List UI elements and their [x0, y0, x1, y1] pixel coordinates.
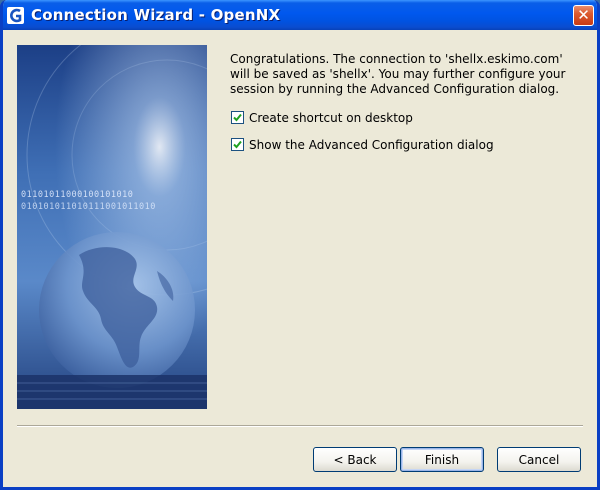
- window-title: Connection Wizard - OpenNX: [31, 6, 281, 24]
- close-icon: ✕: [577, 6, 590, 24]
- show-advanced-config-label: Show the Advanced Configuration dialog: [249, 137, 494, 152]
- create-shortcut-checkbox[interactable]: [231, 111, 244, 124]
- close-button[interactable]: ✕: [573, 5, 594, 26]
- banner-binary-text: 01101011000100101010: [21, 190, 133, 200]
- button-separator: [17, 425, 583, 427]
- show-advanced-config-option[interactable]: Show the Advanced Configuration dialog: [231, 137, 494, 152]
- create-shortcut-option[interactable]: Create shortcut on desktop: [231, 110, 413, 125]
- back-button[interactable]: < Back: [313, 447, 397, 472]
- title-bar[interactable]: Connection Wizard - OpenNX ✕: [3, 0, 597, 30]
- wizard-content: Congratulations. The connection to 'shel…: [230, 52, 580, 97]
- create-shortcut-label: Create shortcut on desktop: [249, 110, 413, 125]
- banner-binary-text: 010101011010111001011010: [21, 202, 156, 212]
- check-icon: [233, 140, 242, 149]
- show-advanced-config-checkbox[interactable]: [231, 138, 244, 151]
- wizard-banner-image: 01101011000100101010 0101010110101110010…: [17, 45, 207, 409]
- globe-icon: [39, 232, 195, 388]
- check-icon: [233, 113, 242, 122]
- congratulations-message: Congratulations. The connection to 'shel…: [230, 52, 566, 96]
- finish-button[interactable]: Finish: [400, 447, 484, 472]
- wizard-window: Connection Wizard - OpenNX ✕ 01101011000…: [0, 0, 600, 490]
- opennx-app-icon: [7, 7, 24, 24]
- cancel-button[interactable]: Cancel: [497, 447, 581, 472]
